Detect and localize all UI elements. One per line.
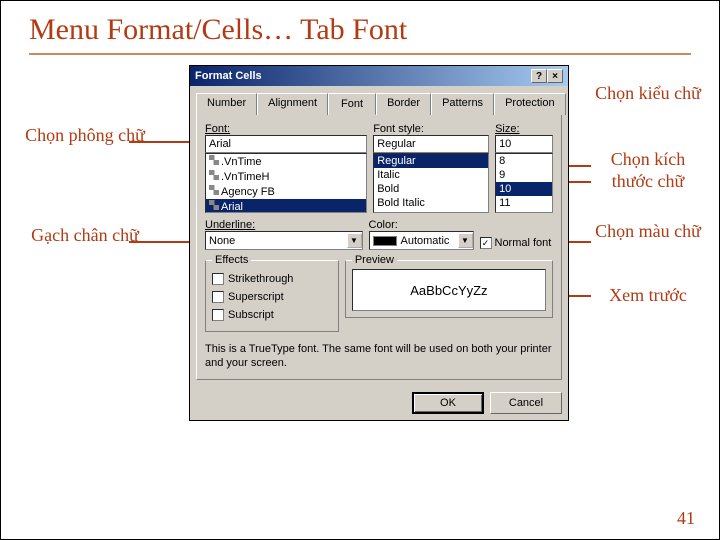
dialog-titlebar[interactable]: Format Cells ? × <box>190 66 568 86</box>
font-input[interactable]: Arial <box>205 135 367 153</box>
chevron-down-icon[interactable]: ▼ <box>347 233 362 248</box>
ok-button[interactable]: OK <box>412 392 484 414</box>
tab-protection[interactable]: Protection <box>494 93 566 115</box>
style-option[interactable]: Italic <box>374 168 488 182</box>
tab-patterns[interactable]: Patterns <box>431 93 494 115</box>
size-option[interactable]: 8 <box>496 154 552 168</box>
tab-strip: Number Alignment Font Border Patterns Pr… <box>196 92 562 115</box>
size-listbox[interactable]: 8 9 10 11 <box>495 153 553 213</box>
normal-font-label: Normal font <box>495 237 552 249</box>
checkbox-icon <box>212 309 224 321</box>
style-label: Font style: <box>373 123 489 135</box>
annotation-font: Chọn phông chữ <box>25 125 145 147</box>
size-label: Size: <box>495 123 553 135</box>
subscript-checkbox[interactable]: Subscript <box>212 307 332 323</box>
checkbox-icon: ✓ <box>480 237 492 249</box>
strikethrough-checkbox[interactable]: Strikethrough <box>212 271 332 287</box>
color-value: Automatic <box>370 233 458 249</box>
color-swatch-icon <box>373 236 397 246</box>
font-option[interactable]: Agency FB <box>206 184 366 199</box>
font-option[interactable]: Arial <box>206 199 366 213</box>
help-button[interactable]: ? <box>531 69 547 83</box>
tab-number[interactable]: Number <box>196 93 257 115</box>
title-divider <box>29 53 691 55</box>
effects-group: Effects Strikethrough Superscript Subscr… <box>205 260 339 332</box>
underline-label: Underline: <box>205 219 363 231</box>
tab-border[interactable]: Border <box>376 93 431 115</box>
style-option[interactable]: Regular <box>374 154 488 168</box>
slide-title: Menu Format/Cells… Tab Font <box>29 13 691 47</box>
style-option[interactable]: Bold <box>374 182 488 196</box>
font-option[interactable]: .VnTimeH <box>206 169 366 184</box>
checkbox-icon <box>212 291 224 303</box>
chevron-down-icon[interactable]: ▼ <box>458 233 473 248</box>
slide-number: 41 <box>677 508 695 529</box>
normal-font-checkbox[interactable]: ✓ Normal font <box>480 237 554 249</box>
dialog-title: Format Cells <box>195 70 262 82</box>
font-listbox[interactable]: .VnTime .VnTimeH Agency FB Arial <box>205 153 367 213</box>
checkbox-icon <box>212 273 224 285</box>
tab-alignment[interactable]: Alignment <box>257 93 328 115</box>
annotation-color: Chọn màu chữ <box>593 221 703 243</box>
close-button[interactable]: × <box>547 69 563 83</box>
underline-value: None <box>206 233 347 249</box>
cancel-button[interactable]: Cancel <box>490 392 562 414</box>
font-label: Font: <box>205 123 367 135</box>
annotation-preview: Xem trước <box>593 285 703 307</box>
style-input[interactable]: Regular <box>373 135 489 153</box>
annotation-style: Chọn kiểu chữ <box>593 83 703 105</box>
tab-font[interactable]: Font <box>328 93 376 115</box>
size-option[interactable]: 10 <box>496 182 552 196</box>
effects-title: Effects <box>212 254 251 266</box>
size-option[interactable]: 9 <box>496 168 552 182</box>
color-dropdown[interactable]: Automatic ▼ <box>369 231 474 250</box>
annotation-underline: Gạch chân chữ <box>25 225 145 247</box>
size-input[interactable]: 10 <box>495 135 553 153</box>
preview-group: Preview AaBbCcYyZz <box>345 260 553 318</box>
preview-box: AaBbCcYyZz <box>352 269 546 311</box>
superscript-checkbox[interactable]: Superscript <box>212 289 332 305</box>
font-option[interactable]: .VnTime <box>206 154 366 169</box>
annotation-size: Chọn kích thước chữ <box>593 149 703 192</box>
style-listbox[interactable]: Regular Italic Bold Bold Italic <box>373 153 489 213</box>
style-option[interactable]: Bold Italic <box>374 196 488 210</box>
size-option[interactable]: 11 <box>496 196 552 210</box>
underline-dropdown[interactable]: None ▼ <box>205 231 363 250</box>
font-note: This is a TrueType font. The same font w… <box>205 342 553 371</box>
color-label: Color: <box>369 219 474 231</box>
format-cells-dialog: Format Cells ? × Number Alignment Font B… <box>189 65 569 421</box>
preview-title: Preview <box>352 254 397 266</box>
